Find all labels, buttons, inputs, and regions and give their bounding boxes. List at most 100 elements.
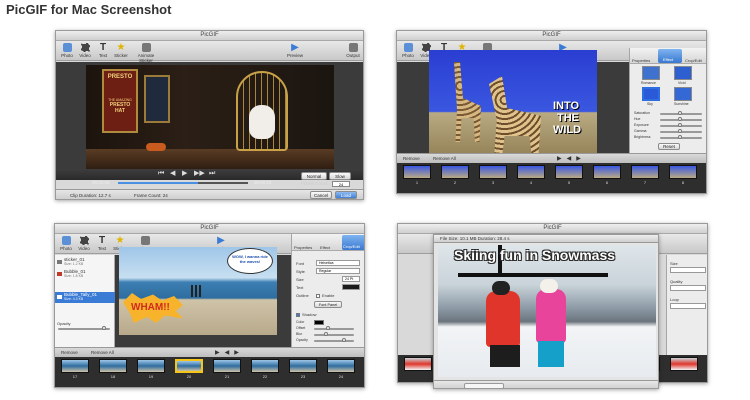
toolbar-animate-sticker[interactable]: Animate Sticker	[132, 43, 160, 63]
frame-thumbnail[interactable]	[517, 165, 545, 179]
shadow-opacity-slider[interactable]	[314, 338, 354, 342]
file-item[interactable]: sticker_01 Size: 1.2 KB	[55, 257, 115, 267]
font-select[interactable]: Helvetica	[316, 260, 360, 266]
brightness-slider[interactable]	[660, 135, 702, 139]
frame-thumbnail[interactable]	[175, 359, 203, 373]
remove-button[interactable]: Remove	[403, 156, 420, 161]
load-button[interactable]: Load	[335, 191, 357, 199]
blur-slider[interactable]	[314, 332, 354, 336]
frame-thumbnail[interactable]	[213, 359, 241, 373]
play-button[interactable]: ▶	[182, 170, 187, 177]
skip-back-button[interactable]: ⏮	[158, 170, 164, 177]
toolbar-photo[interactable]: Photo	[58, 43, 76, 58]
slider-knob[interactable]	[324, 332, 328, 336]
saturation-slider[interactable]	[660, 111, 702, 115]
frame-number: 17	[72, 374, 78, 379]
time-end: 00:00:24	[254, 180, 272, 185]
shadow-checkbox[interactable]	[296, 313, 300, 317]
frame-number: 23	[300, 374, 306, 379]
frame-thumbnail[interactable]	[670, 357, 698, 371]
frame-number: 1	[415, 180, 419, 185]
slider-knob[interactable]	[678, 117, 682, 121]
timeline-controls[interactable]: ▶ ◀ ▶	[557, 155, 581, 162]
frame-thumbnail[interactable]	[327, 359, 355, 373]
step-forward-button[interactable]: ▶▶	[194, 170, 205, 177]
adjust-label: Exposure	[634, 123, 649, 127]
file-item[interactable]: Bubble_01 Size: 1.8 KB	[55, 269, 115, 279]
loop-select[interactable]	[670, 303, 706, 309]
footer-frame-count: Frame Count: 24	[134, 193, 168, 198]
slider-knob[interactable]	[342, 338, 346, 342]
frame-thumbnail[interactable]	[631, 165, 659, 179]
effect-sky[interactable]	[642, 87, 660, 101]
frame-strip: 17 18 19 20 21 22 23 24	[55, 357, 364, 387]
font-panel-button[interactable]: Font Panel	[314, 301, 342, 308]
hue-slider[interactable]	[660, 117, 702, 121]
slow-speed-button[interactable]: Slow	[329, 172, 351, 180]
frame-thumbnail[interactable]	[137, 359, 165, 373]
frame-thumbnail[interactable]	[593, 165, 621, 179]
effect-vivid[interactable]	[674, 66, 692, 80]
toolbar-photo[interactable]: Photo	[57, 236, 75, 251]
frame-thumbnail[interactable]	[61, 359, 89, 373]
time-start: 00:00:00	[92, 180, 110, 185]
toolbar-preview[interactable]: ▶Preview	[286, 43, 304, 59]
tab-properties[interactable]: Properties	[294, 245, 312, 250]
remove-button[interactable]: Remove	[61, 350, 78, 355]
frame-thumbnail[interactable]	[669, 165, 697, 179]
toolbar-sticker[interactable]: ★Sticker	[112, 43, 130, 59]
frame-count-input[interactable]: 24	[332, 181, 350, 187]
exposure-slider[interactable]	[660, 123, 702, 127]
file-item-selected[interactable]: Bubble_Tally_01 Size: 4.3 KB	[55, 292, 115, 303]
tab-effect[interactable]: Effect	[320, 245, 330, 250]
frame-thumbnail[interactable]	[404, 357, 432, 371]
shadow-color-well[interactable]	[314, 320, 324, 325]
remove-all-button[interactable]: Remove All	[433, 156, 456, 161]
frame-toolbar: Remove Remove All ▶ ◀ ▶	[397, 153, 706, 163]
toolbar-photo[interactable]: Photo	[399, 43, 417, 58]
tab-effect[interactable]: Effect	[658, 49, 682, 63]
tab-properties[interactable]: Properties	[632, 58, 650, 63]
frame-thumbnail[interactable]	[403, 165, 431, 179]
footer-controls[interactable]	[464, 383, 504, 388]
slider-knob[interactable]	[326, 326, 330, 330]
frame-thumbnail[interactable]	[251, 359, 279, 373]
slider-knob[interactable]	[678, 111, 682, 115]
frame-thumbnail[interactable]	[555, 165, 583, 179]
tab-crop-edit[interactable]: Crop/Edit	[685, 58, 702, 63]
toolbar-output[interactable]: Output	[344, 43, 362, 58]
outline-checkbox[interactable]	[316, 294, 320, 298]
quality-select[interactable]	[670, 285, 706, 291]
frame-thumbnail[interactable]	[479, 165, 507, 179]
frame-thumbnail[interactable]	[289, 359, 317, 373]
toolbar-text[interactable]: TText	[93, 236, 111, 252]
cancel-button[interactable]: Cancel	[310, 191, 332, 199]
effect-sunshine[interactable]	[674, 87, 692, 101]
toolbar-video[interactable]: Video	[76, 43, 94, 58]
remove-all-button[interactable]: Remove All	[91, 350, 114, 355]
file-list: sticker_01 Size: 1.2 KB Bubble_01 Size: …	[55, 255, 115, 347]
preview-header: File Size: 10.1 MB Duration: 28.4 s	[434, 235, 658, 243]
slider-knob[interactable]	[102, 326, 106, 330]
opacity-slider[interactable]	[58, 326, 110, 330]
size-select[interactable]	[670, 267, 706, 273]
slider-knob[interactable]	[678, 135, 682, 139]
slider-knob[interactable]	[678, 129, 682, 133]
gamma-slider[interactable]	[660, 129, 702, 133]
tab-crop-edit[interactable]: Crop/Edit	[342, 235, 364, 250]
frame-thumbnail[interactable]	[441, 165, 469, 179]
text-color-well[interactable]	[342, 284, 360, 290]
slider-knob[interactable]	[678, 123, 682, 127]
timeline-controls[interactable]: ▶ ◀ ▶	[215, 349, 239, 356]
frame-thumbnail[interactable]	[99, 359, 127, 373]
toolbar-text[interactable]: TText	[94, 43, 112, 59]
size-input[interactable]: 24 Pt	[342, 276, 360, 282]
skip-forward-button[interactable]: ⏭	[209, 170, 215, 177]
offset-slider[interactable]	[314, 326, 354, 330]
style-select[interactable]: Regular	[316, 268, 360, 274]
reset-button[interactable]: Reset	[658, 143, 680, 150]
step-back-button[interactable]: ◀	[170, 170, 175, 177]
normal-speed-button[interactable]: Normal	[301, 172, 327, 180]
toolbar-video[interactable]: Video	[75, 236, 93, 251]
effect-romance[interactable]	[642, 66, 660, 80]
